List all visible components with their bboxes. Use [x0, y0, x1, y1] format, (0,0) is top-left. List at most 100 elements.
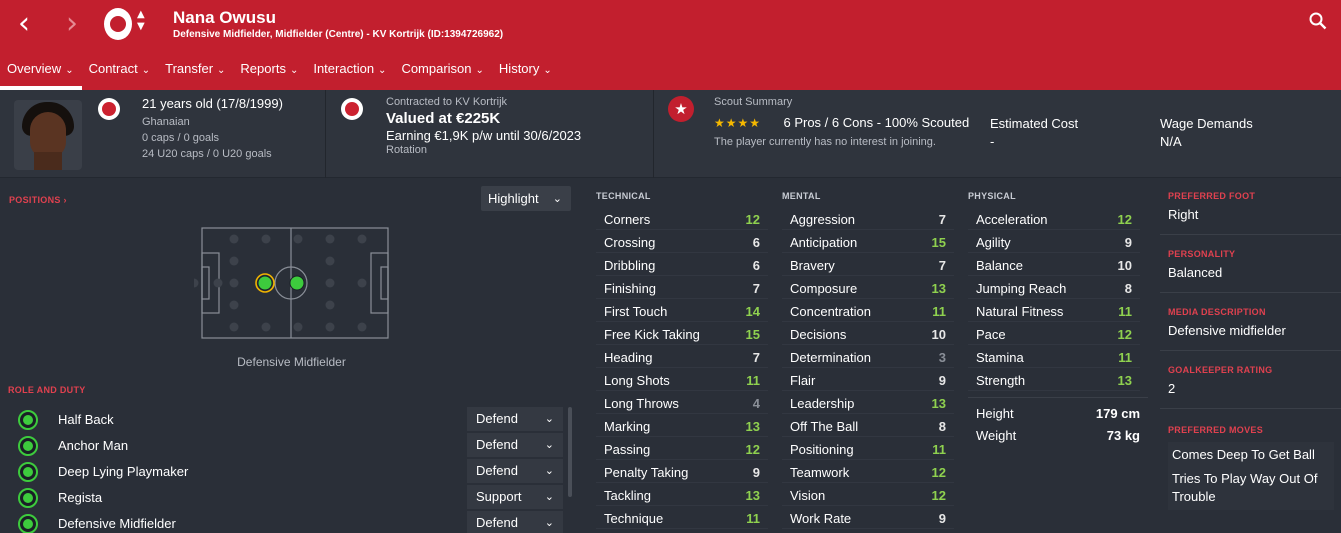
duty-dropdown[interactable]: Defend ⌄ — [467, 433, 563, 457]
forward-icon[interactable]: › — [66, 8, 78, 40]
duty-dropdown[interactable]: Support ⌄ — [467, 485, 563, 509]
attribute-row[interactable]: Acceleration 12 — [968, 207, 1140, 230]
tab-interaction[interactable]: Interaction ⌄ — [306, 56, 394, 90]
attribute-value: 8 — [1124, 281, 1132, 296]
tab-transfer[interactable]: Transfer ⌄ — [158, 56, 233, 90]
attribute-row[interactable]: Natural Fitness 11 — [968, 299, 1140, 322]
chevron-down-icon: ⌄ — [65, 65, 74, 76]
attribute-row[interactable]: Positioning 11 — [782, 437, 954, 460]
attribute-row[interactable]: Aggression 7 — [782, 207, 954, 230]
preferred-move-item[interactable]: Comes Deep To Get Ball — [1168, 442, 1334, 468]
club-switch-icon[interactable]: ▲ ▼ — [137, 9, 145, 33]
preferred-foot-label: PREFERRED FOOT — [1168, 191, 1256, 201]
attribute-row[interactable]: Pace 12 — [968, 322, 1140, 345]
height-value: 179 cm — [1095, 406, 1140, 421]
attribute-name: Heading — [604, 350, 653, 365]
duty-dropdown[interactable]: Defend ⌄ — [467, 511, 563, 533]
attribute-name: Pace — [976, 327, 1006, 342]
attribute-row[interactable]: Jumping Reach 8 — [968, 276, 1140, 299]
role-duty-title: ROLE AND DUTY — [8, 385, 86, 395]
attribute-row[interactable]: Concentration 11 — [782, 299, 954, 322]
attribute-name: Corners — [604, 212, 651, 227]
goalkeeper-rating: GOALKEEPER RATING 2 — [1168, 365, 1338, 396]
attribute-row[interactable]: Penalty Taking 9 — [596, 460, 768, 483]
valued-text: Valued at €225K — [386, 110, 501, 127]
club-badge-icon[interactable] — [104, 8, 132, 40]
attribute-value: 12 — [745, 442, 760, 457]
attribute-value: 8 — [938, 419, 946, 434]
attribute-row[interactable]: Dribbling 6 — [596, 253, 768, 276]
tab-bar: Overview ⌄ Contract ⌄ Transfer ⌄ Reports ⌄ I… — [0, 56, 560, 90]
duty-dropdown[interactable]: Defend ⌄ — [467, 459, 563, 483]
attribute-row[interactable]: Anticipation 15 — [782, 230, 954, 253]
nation-flag-icon[interactable] — [98, 98, 120, 120]
attribute-row[interactable]: Technique 11 — [596, 506, 768, 529]
tab-comparison[interactable]: Comparison ⌄ — [394, 56, 491, 90]
scout-star-icon[interactable]: ★ — [668, 96, 694, 122]
attribute-row[interactable]: Decisions 10 — [782, 322, 954, 345]
positions-title[interactable]: POSITIONS › — [9, 195, 67, 205]
attribute-name: Finishing — [604, 281, 657, 296]
attribute-row[interactable]: Strength 13 — [968, 368, 1140, 391]
attribute-row[interactable]: Crossing 6 — [596, 230, 768, 253]
attribute-row[interactable]: Tackling 13 — [596, 483, 768, 506]
role-row[interactable]: Half Back Defend ⌄ — [8, 407, 565, 431]
tab-label: Overview — [7, 61, 62, 76]
attribute-row[interactable]: Work Rate 9 — [782, 506, 954, 529]
tab-contract[interactable]: Contract ⌄ — [82, 56, 159, 90]
attribute-name: Positioning — [790, 442, 854, 457]
attribute-row[interactable]: Corners 12 — [596, 207, 768, 230]
role-row[interactable]: Anchor Man Defend ⌄ — [8, 433, 565, 457]
search-icon[interactable] — [1309, 12, 1327, 30]
attribute-row[interactable]: Long Throws 4 — [596, 391, 768, 414]
attribute-row[interactable]: Flair 9 — [782, 368, 954, 391]
attribute-row[interactable]: Vision 12 — [782, 483, 954, 506]
attribute-row[interactable]: Passing 12 — [596, 437, 768, 460]
attribute-row[interactable]: Finishing 7 — [596, 276, 768, 299]
back-icon[interactable]: ‹ — [18, 8, 30, 40]
nationality-text[interactable]: Ghanaian — [142, 116, 283, 128]
caps-text: 0 caps / 0 goals — [142, 132, 220, 144]
attribute-value: 11 — [1118, 350, 1132, 365]
attribute-row[interactable]: Free Kick Taking 15 — [596, 322, 768, 345]
attribute-name: Leadership — [790, 396, 855, 411]
tab-label: Contract — [88, 61, 138, 76]
tab-reports[interactable]: Reports ⌄ — [233, 56, 306, 90]
attribute-row[interactable]: Heading 7 — [596, 345, 768, 368]
role-row[interactable]: Deep Lying Playmaker Defend ⌄ — [8, 459, 565, 483]
attribute-value: 13 — [1117, 373, 1132, 388]
tab-overview[interactable]: Overview ⌄ — [0, 56, 82, 90]
role-row[interactable]: Regista Support ⌄ — [8, 485, 565, 509]
positions-panel: POSITIONS › Highlight ⌄ Defensive Midfie… — [0, 179, 585, 533]
role-row[interactable]: Defensive Midfielder Defend ⌄ — [8, 511, 565, 533]
personality-value[interactable]: Balanced — [1168, 265, 1338, 280]
chevron-down-icon: ⌄ — [552, 192, 562, 205]
tab-label: Comparison — [401, 61, 472, 76]
attribute-name: Marking — [604, 419, 651, 434]
preferred-move-item[interactable]: Tries To Play Way Out Of Trouble — [1168, 466, 1334, 510]
attribute-row[interactable]: Bravery 7 — [782, 253, 954, 276]
duty-dropdown[interactable]: Defend ⌄ — [467, 407, 563, 431]
attribute-row[interactable]: Balance 10 — [968, 253, 1140, 276]
highlight-dropdown[interactable]: Highlight ⌄ — [481, 186, 571, 211]
attribute-row[interactable]: Leadership 13 — [782, 391, 954, 414]
attribute-row[interactable]: Stamina 11 — [968, 345, 1140, 368]
attribute-row[interactable]: Marking 13 — [596, 414, 768, 437]
club-crest-icon[interactable] — [341, 98, 363, 120]
attribute-row[interactable]: Agility 9 — [968, 230, 1140, 253]
attribute-name: Free Kick Taking — [604, 327, 700, 342]
divider — [968, 397, 1148, 398]
tab-history[interactable]: History ⌄ — [492, 56, 560, 90]
attribute-row[interactable]: Long Shots 11 — [596, 368, 768, 391]
attribute-name: Technique — [604, 511, 664, 526]
attribute-row[interactable]: First Touch 14 — [596, 299, 768, 322]
chevron-down-icon: ⌄ — [544, 412, 554, 425]
roles-scrollbar[interactable] — [568, 407, 572, 497]
attribute-row[interactable]: Teamwork 12 — [782, 460, 954, 483]
tab-label: History — [498, 61, 540, 76]
attribute-row[interactable]: Off The Ball 8 — [782, 414, 954, 437]
chevron-down-icon: ⌄ — [544, 516, 554, 529]
attribute-row[interactable]: Determination 3 — [782, 345, 954, 368]
wage-demands: Wage Demands N/A — [1160, 116, 1253, 149]
attribute-row[interactable]: Composure 13 — [782, 276, 954, 299]
